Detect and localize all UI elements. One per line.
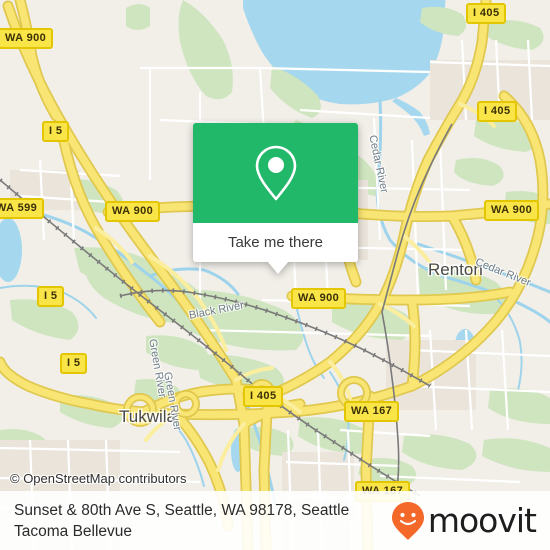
road-shield[interactable]: WA 900 [0, 28, 54, 49]
osm-attribution[interactable]: © OpenStreetMap contributors [10, 471, 187, 486]
road-shield[interactable]: I 5 [42, 121, 70, 142]
road-shield[interactable]: I 5 [60, 353, 88, 374]
info-bar: Sunset & 80th Ave S, Seattle, WA 98178, … [0, 491, 550, 550]
road-shield[interactable]: I 405 [243, 386, 284, 407]
take-me-there-label: Take me there [227, 234, 324, 251]
popup-tail-pointer [267, 261, 289, 274]
popup-footer[interactable]: Take me there [193, 223, 358, 262]
map-pin-icon [255, 145, 296, 201]
moovit-brand[interactable]: moovit [391, 501, 537, 541]
road-shield[interactable]: WA 900 [484, 200, 540, 221]
road-shield[interactable]: WA 900 [291, 288, 347, 309]
address-text: Sunset & 80th Ave S, Seattle, WA 98178, … [14, 501, 350, 540]
destination-popup-card[interactable]: Take me there [193, 123, 358, 274]
road-shield[interactable]: WA 167 [344, 401, 400, 422]
map-screen: WA 900 I 5 WA 599 WA 900 I 5 I 5 I 405 I… [0, 0, 550, 550]
road-shield[interactable]: I 405 [477, 101, 518, 122]
road-shield[interactable]: WA 900 [105, 201, 161, 222]
road-shield[interactable]: I 5 [37, 286, 65, 307]
moovit-wordmark: moovit [427, 501, 537, 540]
moovit-smiley-pin-icon [391, 501, 424, 540]
popup-body [193, 123, 358, 223]
road-shield[interactable]: I 405 [466, 3, 507, 24]
road-shield[interactable]: WA 599 [0, 198, 45, 219]
